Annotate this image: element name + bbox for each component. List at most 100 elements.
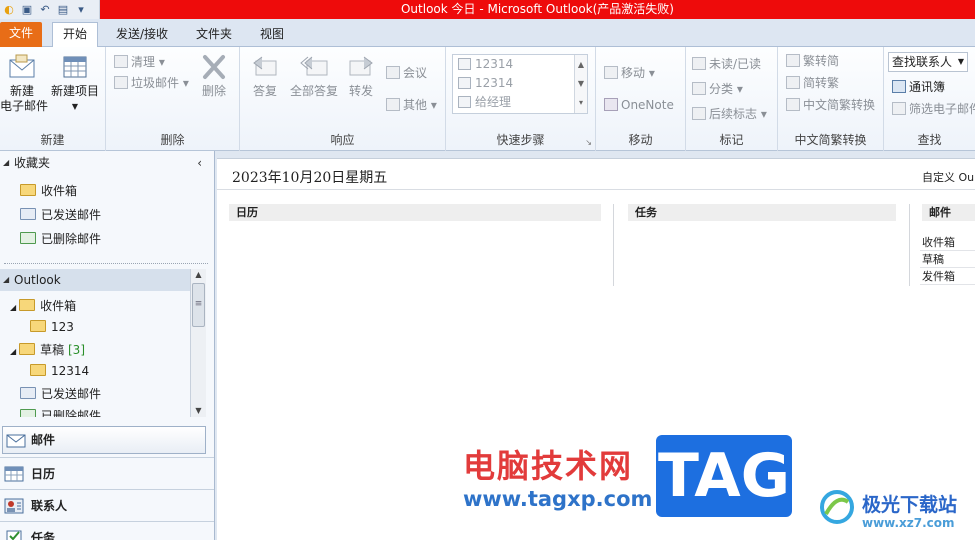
- new-email-icon: [9, 54, 35, 78]
- mail-summary-drafts[interactable]: 草稿: [920, 251, 975, 268]
- watermark-aurora-logo-icon: [820, 490, 854, 524]
- delete-button[interactable]: 删除: [196, 53, 232, 99]
- scroll-down-icon[interactable]: ▼: [191, 405, 206, 417]
- recycle-folder-icon: [20, 409, 36, 417]
- outlook-account-header[interactable]: ◢ Outlook: [0, 269, 190, 291]
- folder-123[interactable]: 123: [30, 316, 74, 338]
- favorite-sent[interactable]: 已发送邮件: [20, 204, 101, 226]
- inbox-folder-icon: [20, 184, 36, 196]
- scroll-down-icon[interactable]: ▼: [575, 74, 587, 93]
- tab-home[interactable]: 开始: [52, 22, 99, 47]
- tab-folder[interactable]: 文件夹: [186, 23, 242, 47]
- scroll-up-icon[interactable]: ▲: [191, 269, 206, 281]
- mail-summary-outbox[interactable]: 发件箱: [920, 268, 975, 285]
- send-receive-icon[interactable]: ▣: [18, 1, 36, 18]
- nav-mail-button[interactable]: 邮件: [2, 426, 206, 454]
- cleanup-icon: [114, 55, 128, 68]
- watermark-site2-url: www.xz7.com: [862, 516, 955, 530]
- dialog-launcher-icon[interactable]: ↘: [585, 138, 592, 147]
- move-icon: [604, 66, 618, 79]
- divider: [4, 263, 208, 264]
- address-book-button[interactable]: 通讯簿: [892, 78, 945, 96]
- nav-tasks-button[interactable]: 任务: [0, 521, 214, 540]
- collapse-triangle-icon[interactable]: ◢: [10, 347, 16, 356]
- collapse-triangle-icon[interactable]: ◢: [10, 303, 16, 312]
- outlook-app-icon[interactable]: ◐: [0, 1, 18, 18]
- chinese-conversion-button[interactable]: 中文简繁转换: [786, 96, 875, 114]
- move-button[interactable]: 移动 ▾: [604, 64, 655, 82]
- mail-summary-inbox[interactable]: 收件箱: [920, 234, 975, 251]
- favorite-deleted[interactable]: 已删除邮件: [20, 228, 101, 250]
- customize-outlook-today-link[interactable]: 自定义 Ou: [922, 169, 974, 185]
- folder-sent[interactable]: 已发送邮件: [20, 383, 101, 405]
- folder-deleted[interactable]: 已删除邮件: [20, 405, 101, 417]
- sent-folder-icon: [20, 208, 36, 220]
- flag-icon: [692, 107, 706, 120]
- drafts-folder-icon: [19, 343, 36, 355]
- group-label-find: 查找: [917, 133, 942, 147]
- more-respond-button[interactable]: 其他 ▾: [386, 96, 437, 114]
- quick-step-item[interactable]: 12314: [453, 74, 587, 93]
- junk-button[interactable]: 垃圾邮件 ▾: [114, 74, 189, 92]
- simplified-to-traditional-button[interactable]: 简转繁: [786, 74, 839, 92]
- favorites-header[interactable]: ◢ 收藏夹 ‹: [0, 151, 214, 175]
- onenote-button[interactable]: OneNote: [604, 96, 674, 114]
- watermark-site-name: 电脑技术网: [463, 447, 634, 485]
- new-items-label: 新建项目: [50, 84, 99, 98]
- undo-icon[interactable]: ↶: [36, 1, 54, 18]
- folder-tree-scrollbar[interactable]: ▲ ≡ ▼: [190, 269, 206, 417]
- unread-read-button[interactable]: 未读/已读: [692, 55, 761, 73]
- meeting-icon: [386, 66, 400, 79]
- ribbon-tabs: 文件 开始 发送/接收 文件夹 视图: [0, 19, 975, 47]
- nav-calendar-button[interactable]: 日历: [0, 457, 214, 489]
- traditional-to-simplified-button[interactable]: 繁转简: [786, 52, 839, 70]
- collapse-triangle-icon[interactable]: ◢: [3, 151, 9, 175]
- new-items-button[interactable]: 新建项目 ▼: [48, 53, 102, 114]
- scroll-up-icon[interactable]: ▲: [575, 55, 587, 74]
- follow-up-button[interactable]: 后续标志 ▾: [692, 105, 767, 123]
- categorize-button[interactable]: 分类 ▾: [692, 80, 743, 98]
- tab-view[interactable]: 视图: [250, 23, 294, 47]
- folder-12314[interactable]: 12314: [30, 360, 89, 382]
- group-label-quick-steps: 快速步骤: [496, 133, 545, 147]
- minimize-pane-icon[interactable]: ‹: [197, 151, 202, 175]
- quick-steps-scrollbar[interactable]: ▲ ▼ ▾: [574, 55, 587, 113]
- today-date: 2023年10月20日星期五: [232, 170, 388, 186]
- unread-icon: [692, 57, 706, 70]
- filter-email-button[interactable]: 筛选电子邮件: [892, 100, 975, 118]
- collapse-triangle-icon[interactable]: ◢: [3, 269, 9, 291]
- onenote-icon: [604, 98, 618, 111]
- inbox-folder-icon: [19, 299, 36, 311]
- favorite-inbox[interactable]: 收件箱: [20, 180, 77, 202]
- nav-contacts-button[interactable]: 联系人: [0, 489, 214, 521]
- folder-drafts[interactable]: ◢ 草稿 [3]: [10, 339, 85, 361]
- chevron-down-icon[interactable]: ▼: [958, 53, 964, 71]
- meeting-button[interactable]: 会议: [386, 64, 427, 82]
- tasks-icon: [6, 530, 22, 540]
- group-label-respond: 响应: [330, 133, 355, 147]
- scroll-thumb[interactable]: ≡: [192, 283, 205, 327]
- print-icon[interactable]: ▤: [54, 1, 72, 18]
- clipped-folder-row: 已删除邮件: [20, 405, 188, 417]
- folder-inbox[interactable]: ◢ 收件箱: [10, 295, 76, 317]
- delete-x-icon: [203, 55, 225, 79]
- find-contact-input[interactable]: 查找联系人 ▼: [888, 52, 968, 72]
- reply-all-button[interactable]: 全部答复: [286, 53, 342, 99]
- reply-icon: [253, 56, 277, 76]
- quick-access-toolbar: ◐ ▣ ↶ ▤ ▾: [0, 0, 100, 19]
- reply-button[interactable]: 答复: [248, 53, 282, 99]
- customize-qat-icon[interactable]: ▾: [72, 1, 90, 18]
- tab-send-receive[interactable]: 发送/接收: [106, 23, 178, 47]
- tab-file[interactable]: 文件: [0, 22, 42, 47]
- convert-icon: [786, 76, 800, 89]
- group-label-tags: 标记: [719, 133, 744, 147]
- categorize-icon: [692, 82, 706, 95]
- new-email-button[interactable]: 新建 电子邮件: [0, 53, 48, 114]
- forward-button[interactable]: 转发: [344, 53, 378, 99]
- expand-gallery-icon[interactable]: ▾: [575, 93, 587, 112]
- watermark-tag-logo: TAG: [656, 435, 792, 517]
- quick-step-item[interactable]: 给经理: [453, 93, 587, 112]
- ribbon-group-tags: 未读/已读 分类 ▾ 后续标志 ▾ 标记: [686, 47, 778, 151]
- cleanup-button[interactable]: 清理 ▾: [114, 53, 165, 71]
- quick-step-item[interactable]: 12314: [453, 55, 587, 74]
